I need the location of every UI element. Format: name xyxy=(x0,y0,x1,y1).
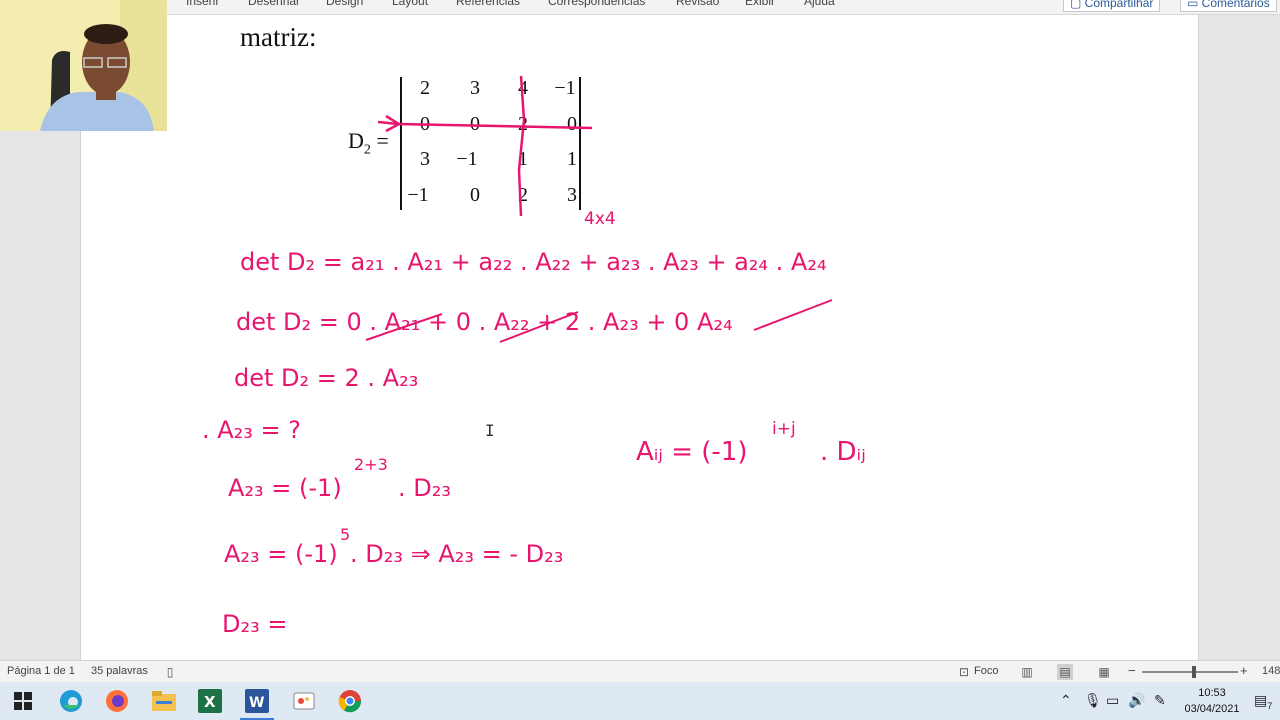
comment-icon: ▭ xyxy=(1187,0,1202,10)
matrix-name: D xyxy=(348,128,364,153)
matrix-cell: 0 xyxy=(470,113,480,135)
matrix-cell: 0 xyxy=(567,113,577,135)
matrix-cell: 3 xyxy=(420,148,430,170)
svg-text:W: W xyxy=(249,695,264,711)
zoom-out-button[interactable]: − xyxy=(1128,663,1136,678)
matrix-cell: 1 xyxy=(567,148,577,170)
menu-correspondencias[interactable]: Correspondências xyxy=(548,0,645,8)
firefox-icon xyxy=(106,690,128,712)
chrome-icon xyxy=(338,690,362,713)
matrix-cell: 0 xyxy=(420,113,430,135)
network-icon[interactable]: ▭ xyxy=(1106,692,1119,709)
status-bar: Página 1 de 1 35 palavras ▯ ⊡ Foco ▥ ▤ ▦… xyxy=(0,660,1280,683)
volume-icon[interactable]: 🔊 xyxy=(1128,692,1145,709)
clock-date: 03/04/2021 xyxy=(1184,703,1240,715)
matrix-cell: −1 xyxy=(456,148,478,170)
menu-revisao[interactable]: Revisão xyxy=(676,0,719,8)
document-heading-fragment: matriz: xyxy=(240,22,317,52)
taskbar-paint-button[interactable] xyxy=(281,682,327,720)
start-button[interactable] xyxy=(0,682,46,720)
presenter-video-image xyxy=(0,0,167,131)
matrix-cell: 2 xyxy=(420,77,430,99)
menu-desenhar[interactable]: Desenhar xyxy=(248,0,300,8)
svg-text:X: X xyxy=(204,693,216,711)
ribbon-menu-bar: Inserir Desenhar Design Layout Referênci… xyxy=(0,0,1280,15)
matrix-cell: 3 xyxy=(567,184,577,206)
comments-label: Comentários xyxy=(1201,0,1270,10)
taskbar-file-explorer-button[interactable] xyxy=(141,682,187,720)
menu-exibir[interactable]: Exibir xyxy=(745,0,775,8)
menu-referencias[interactable]: Referências xyxy=(456,0,520,8)
matrix-cell: 1 xyxy=(518,148,528,170)
zoom-in-button[interactable]: + xyxy=(1240,663,1248,678)
pen-workspace-icon[interactable]: ✎ xyxy=(1154,692,1166,709)
taskbar-word-button[interactable]: W xyxy=(234,682,280,720)
notification-center-icon[interactable]: ▤7 xyxy=(1254,692,1272,711)
word-count[interactable]: 35 palavras xyxy=(91,665,148,677)
matrix-cell: −1 xyxy=(554,77,576,99)
taskbar-firefox-button[interactable] xyxy=(94,682,140,720)
proofing-book-icon[interactable]: ▯ xyxy=(162,664,178,680)
matrix-subscript: 2 xyxy=(363,142,371,158)
zoom-slider-thumb[interactable] xyxy=(1192,666,1196,678)
document-area[interactable] xyxy=(0,15,1280,660)
matrix-cell: 0 xyxy=(470,184,480,206)
menu-ajuda[interactable]: Ajuda xyxy=(804,0,835,8)
read-mode-icon[interactable]: ▥ xyxy=(1019,664,1035,680)
matrix-cell: −1 xyxy=(407,184,429,206)
share-button[interactable]: ▢ Compartilhar xyxy=(1063,0,1161,12)
edge-icon xyxy=(60,690,82,712)
menu-layout[interactable]: Layout xyxy=(392,0,428,8)
notification-count: 7 xyxy=(1267,700,1273,711)
clock-time: 10:53 xyxy=(1198,687,1226,699)
zoom-level[interactable]: 148 xyxy=(1262,665,1280,677)
web-layout-icon[interactable]: ▦ xyxy=(1096,664,1112,680)
print-layout-icon[interactable]: ▤ xyxy=(1057,664,1073,680)
document-page[interactable] xyxy=(80,15,1199,660)
matrix-cell: 2 xyxy=(518,113,528,135)
zoom-slider[interactable] xyxy=(1142,671,1238,673)
menu-inserir[interactable]: Inserir xyxy=(186,0,219,8)
page-info[interactable]: Página 1 de 1 xyxy=(7,665,75,677)
taskbar-clock[interactable]: 10:53 03/04/2021 xyxy=(1178,685,1246,717)
windows-logo-icon xyxy=(14,692,32,710)
focus-label[interactable]: Foco xyxy=(974,665,998,677)
paint-icon xyxy=(293,692,315,710)
folder-icon xyxy=(152,691,176,711)
word-icon: W xyxy=(245,689,269,713)
comments-button[interactable]: ▭ Comentários xyxy=(1180,0,1277,12)
text-cursor-icon: I xyxy=(485,421,495,440)
menu-design[interactable]: Design xyxy=(326,0,363,8)
webcam-overlay xyxy=(0,0,167,131)
matrix-cell: 2 xyxy=(518,184,528,206)
windows-taskbar: X W ⌃ 🎙 ▭ 🔊 ✎ 10:53 03/04/2021 ▤7 xyxy=(0,682,1280,720)
share-icon: ▢ xyxy=(1070,0,1085,10)
taskbar-edge-button[interactable] xyxy=(48,682,94,720)
show-hidden-icons-chevron-icon[interactable]: ⌃ xyxy=(1060,692,1072,709)
matrix-cell: 3 xyxy=(470,77,480,99)
microphone-icon[interactable]: 🎙 xyxy=(1084,692,1102,709)
share-label: Compartilhar xyxy=(1084,0,1154,10)
matrix-cell: 4 xyxy=(518,77,528,99)
taskbar-excel-button[interactable]: X xyxy=(187,682,233,720)
taskbar-chrome-button[interactable] xyxy=(327,682,373,720)
matrix-name-label: D2 = xyxy=(348,128,389,158)
focus-icon[interactable]: ⊡ xyxy=(956,664,972,680)
excel-icon: X xyxy=(198,689,222,713)
